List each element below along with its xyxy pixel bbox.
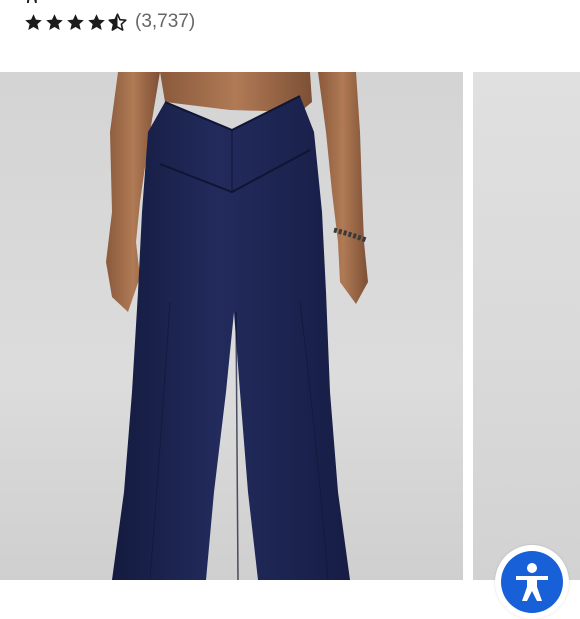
accessibility-icon [516, 563, 548, 601]
product-title: g [26, 0, 546, 3]
product-image-gallery[interactable] [0, 72, 580, 580]
product-title-text: g [26, 0, 39, 3]
product-rating[interactable]: (3,737) [24, 9, 195, 35]
rating-stars [24, 12, 127, 32]
star-icon [88, 13, 105, 30]
product-image-next[interactable] [473, 72, 580, 580]
product-image-main[interactable] [0, 72, 463, 580]
star-icon [25, 13, 42, 30]
star-half-icon [108, 12, 127, 31]
review-count[interactable]: (3,737) [135, 11, 195, 33]
star-icon [46, 13, 63, 30]
pants-photo [0, 72, 463, 580]
star-icon [67, 13, 84, 30]
accessibility-button[interactable] [495, 545, 569, 619]
